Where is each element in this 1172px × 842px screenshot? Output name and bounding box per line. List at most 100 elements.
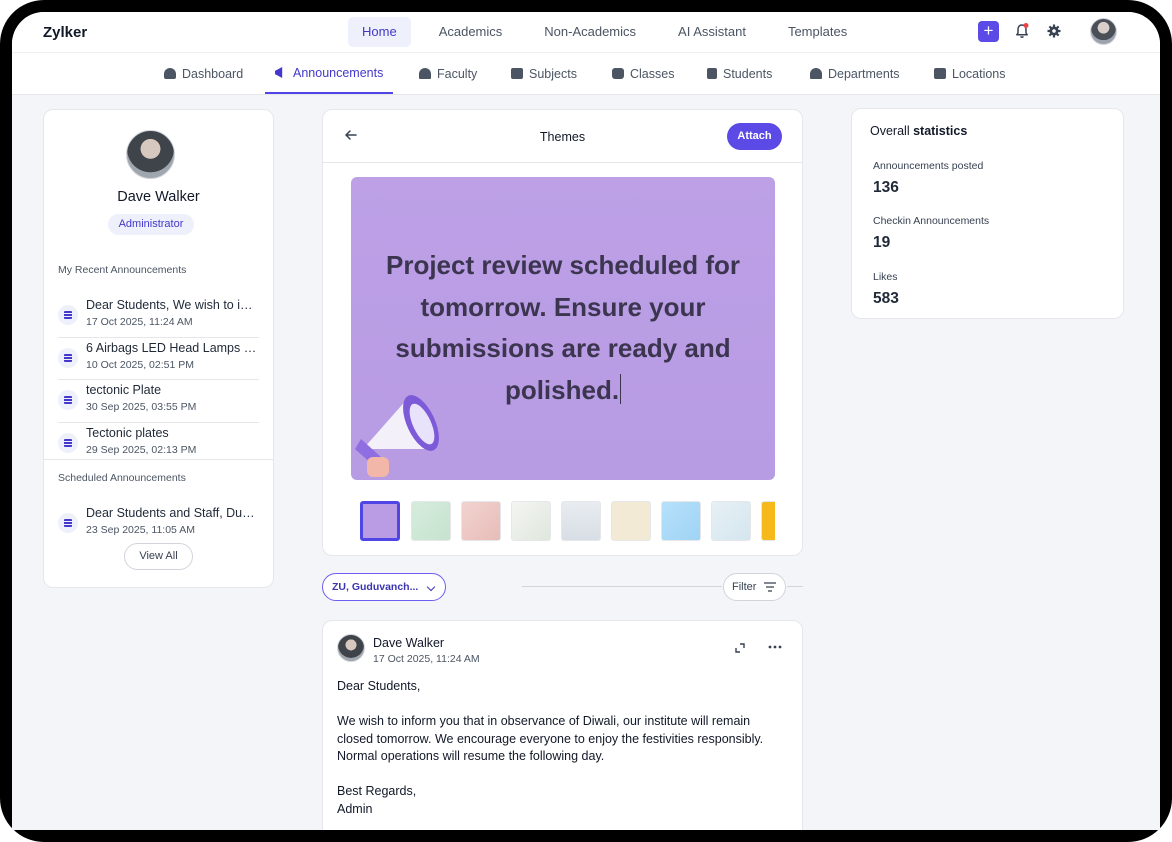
theme-thumb-rose[interactable] [461, 501, 501, 541]
scheduled-announcements-list: Dear Students and Staff, Due to maintena… [58, 503, 259, 546]
divider [522, 586, 722, 587]
divider [323, 162, 802, 163]
profile-avatar [126, 130, 175, 179]
theme-thumb-sky[interactable] [661, 501, 701, 541]
expand-icon[interactable] [733, 641, 747, 655]
location-icon [934, 68, 946, 79]
theme-thumb-cream[interactable] [611, 501, 651, 541]
stat-label-checkin: Checkin Announcements [873, 215, 990, 227]
tab-subjects[interactable]: Subjects [511, 53, 577, 94]
statistics-title-prefix: Overall [870, 124, 910, 138]
divider [787, 586, 803, 587]
post-closing: Best Regards, [337, 784, 417, 798]
announcement-title: Dear Students and Staff, Due to maintena… [86, 506, 259, 520]
list-item[interactable]: tectonic Plate 30 Sep 2025, 03:55 PM [58, 380, 259, 423]
post-author: Dave Walker [373, 636, 445, 650]
announcement-date: 23 Sep 2025, 11:05 AM [86, 524, 195, 536]
announcement-date: 30 Sep 2025, 03:55 PM [86, 401, 197, 413]
role-badge: Administrator [108, 214, 194, 235]
app-screen: Zylker Home Academics Non-Academics AI A… [12, 12, 1160, 830]
list-item[interactable]: Dear Students and Staff, Due to maintena… [58, 503, 259, 546]
stat-value-likes: 583 [873, 290, 899, 307]
tab-faculty[interactable]: Faculty [419, 53, 477, 94]
announcement-post: Dave Walker 17 Oct 2025, 11:24 AM Dear S… [322, 620, 803, 830]
filter-icon [764, 582, 776, 592]
divider [44, 459, 273, 460]
announcement-title: tectonic Plate [86, 383, 162, 397]
scheduled-announcements-label: Scheduled Announcements [58, 472, 186, 484]
theme-thumb-pastel[interactable] [711, 501, 751, 541]
gear-icon[interactable] [1046, 23, 1062, 39]
sub-nav: Dashboard Announcements Faculty Subjects… [12, 53, 1160, 95]
stat-label-announcements: Announcements posted [873, 160, 984, 172]
user-avatar[interactable] [1090, 18, 1117, 45]
megaphone-icon [275, 67, 283, 78]
stat-label-likes: Likes [873, 271, 898, 283]
filter-label: Filter [732, 581, 757, 593]
recent-announcements-label: My Recent Announcements [58, 264, 187, 276]
tab-label: Announcements [293, 65, 384, 80]
attach-button[interactable]: Attach [727, 123, 782, 150]
top-nav-ai-assistant[interactable]: AI Assistant [664, 17, 760, 47]
top-nav-academics[interactable]: Academics [425, 17, 517, 47]
themes-card: Themes Attach Project review scheduled f… [322, 109, 803, 556]
top-nav-home[interactable]: Home [348, 17, 411, 47]
chevron-down-icon [426, 582, 436, 592]
brand-logo[interactable]: Zylker [43, 24, 87, 41]
theme-thumb-yellow[interactable] [761, 501, 775, 541]
list-item[interactable]: Dear Students, We wish to inform you tha… [58, 295, 259, 338]
post-date: 17 Oct 2025, 11:24 AM [373, 653, 480, 665]
statistics-title-bold: statistics [913, 124, 968, 138]
tab-label: Dashboard [182, 66, 244, 81]
announcement-date: 29 Sep 2025, 02:13 PM [86, 443, 197, 456]
top-nav: Home Academics Non-Academics AI Assistan… [348, 17, 861, 47]
profile-name: Dave Walker [117, 189, 200, 205]
theme-thumb-studio[interactable] [561, 501, 601, 541]
add-button[interactable]: + [978, 21, 999, 42]
announcement-icon [58, 305, 78, 325]
tab-label: Students [723, 66, 773, 81]
text-caret [620, 373, 622, 404]
tab-students[interactable]: Students [707, 53, 772, 94]
tab-dashboard[interactable]: Dashboard [164, 53, 243, 94]
statistics-card: Overall statistics Announcements posted … [851, 108, 1124, 319]
bell-icon[interactable] [1013, 22, 1031, 40]
list-item[interactable]: 6 Airbags LED Head Lamps and more 10 Oct… [58, 338, 259, 380]
post-body: Dear Students, We wish to inform you tha… [337, 678, 787, 818]
announcement-icon [58, 513, 78, 533]
more-options-icon[interactable] [767, 639, 783, 655]
filter-button[interactable]: Filter [723, 573, 786, 601]
stat-value-announcements: 136 [873, 179, 899, 196]
theme-canvas[interactable]: Project review scheduled for tomorrow. E… [351, 177, 775, 480]
student-icon [707, 68, 717, 79]
tab-label: Faculty [437, 66, 478, 81]
people-icon [419, 68, 431, 79]
tab-locations[interactable]: Locations [934, 53, 1006, 94]
chat-icon [612, 68, 624, 79]
theme-thumb-mint[interactable] [411, 501, 451, 541]
profile-card: Dave Walker Administrator My Recent Anno… [43, 109, 274, 588]
dashboard-icon [164, 68, 176, 79]
stat-value-checkin: 19 [873, 234, 891, 251]
theme-thumb-leaves[interactable] [511, 501, 551, 541]
canvas-text: Project review scheduled for tomorrow. E… [385, 250, 740, 405]
location-filter-dropdown[interactable]: ZU, Guduvanch... [322, 573, 446, 601]
post-message: We wish to inform you that in observance… [337, 714, 764, 763]
tab-departments[interactable]: Departments [810, 53, 900, 94]
announcement-date: 17 Oct 2025, 11:24 AM [86, 316, 193, 328]
tab-announcements[interactable]: Announcements [265, 53, 394, 94]
top-nav-templates[interactable]: Templates [774, 17, 861, 47]
announcement-date: 10 Oct 2025, 02:51 PM [86, 358, 194, 371]
tab-classes[interactable]: Classes [612, 53, 674, 94]
top-nav-non-academics[interactable]: Non-Academics [530, 17, 650, 47]
view-all-button[interactable]: View All [124, 543, 193, 570]
post-signature: Admin [337, 801, 373, 816]
tab-label: Classes [630, 66, 675, 81]
announcement-icon [58, 432, 78, 453]
theme-canvas-text[interactable]: Project review scheduled for tomorrow. E… [371, 245, 755, 411]
book-icon [511, 68, 523, 79]
theme-thumb-purple[interactable] [360, 501, 400, 541]
tab-label: Subjects [529, 66, 577, 81]
tab-label: Departments [828, 66, 900, 81]
announcement-title: Tectonic plates [86, 425, 169, 440]
